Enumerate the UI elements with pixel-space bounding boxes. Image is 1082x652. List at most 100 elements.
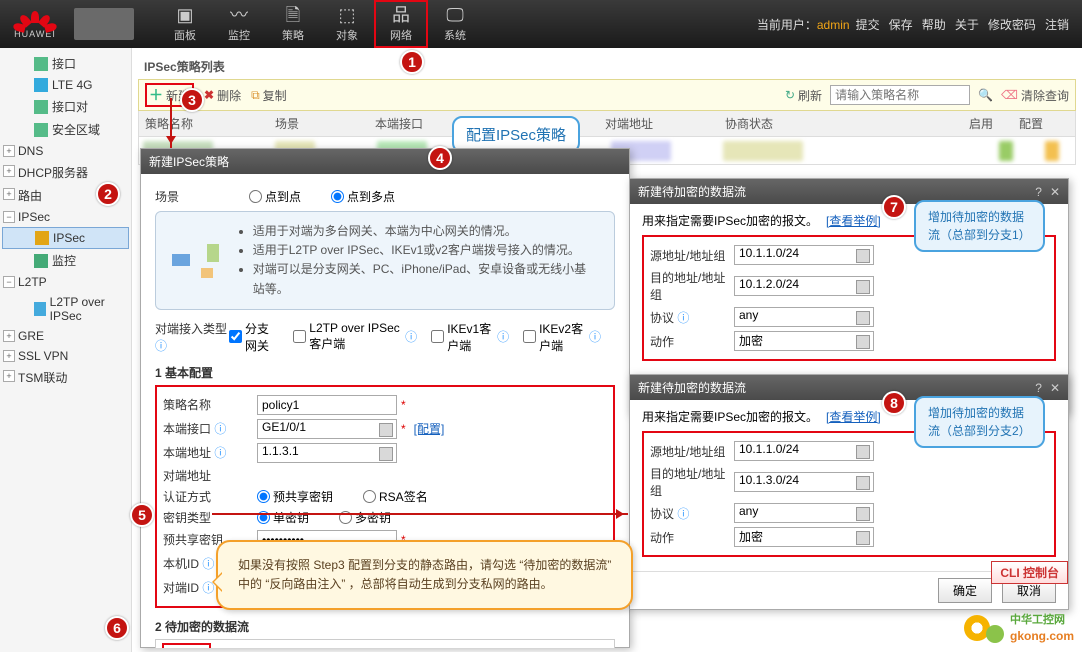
list-title: IPSec策略列表 (138, 54, 1076, 79)
cb-l2tp[interactable]: L2TP over IPSec客户端 ⓘ (293, 321, 417, 352)
select-proto-2[interactable]: any (734, 503, 874, 523)
sidebar-item-label: DNS (18, 144, 43, 158)
expand-icon[interactable]: + (3, 330, 15, 342)
label-src: 源地址/地址组 (650, 443, 734, 460)
nav-system[interactable]: 🖵系统 (428, 0, 482, 48)
sidebar-item-1[interactable]: LTE 4G (0, 75, 131, 95)
expand-icon[interactable]: − (3, 276, 15, 288)
sidebar-item-7[interactable]: −IPSec (0, 207, 131, 227)
select-dst-1[interactable]: 10.1.2.0/24 (734, 276, 874, 296)
link-save[interactable]: 保存 (889, 18, 913, 32)
sidebar-item-label: 监控 (52, 252, 76, 269)
btn-ok-2[interactable]: 确定 (938, 578, 992, 603)
sidebar-item-4[interactable]: +DNS (0, 141, 131, 161)
btn-refresh[interactable]: ↻刷新 (785, 87, 822, 104)
link-about[interactable]: 关于 (955, 18, 979, 32)
brand-logo: HUAWEI (0, 0, 70, 48)
btn-copy[interactable]: ⧉复制 (251, 87, 287, 104)
link-example[interactable]: [查看举例] (826, 410, 881, 424)
sidebar-item-13[interactable]: +SSL VPN (0, 346, 131, 366)
sidebar-item-8[interactable]: IPSec (2, 227, 129, 249)
sidebar-item-label: LTE 4G (52, 78, 92, 92)
flow-desc: 用来指定需要IPSec加密的报文。 (642, 214, 818, 228)
nav-object[interactable]: ⬚对象 (320, 0, 374, 48)
marker-6: 6 (105, 616, 129, 640)
select-proto-1[interactable]: any (734, 307, 874, 327)
help-icon[interactable]: ? (1035, 185, 1042, 199)
col-state[interactable]: 协商状态 (725, 115, 855, 132)
label-keytype: 密钥类型 (163, 509, 257, 526)
col-cfg[interactable]: 配置 (1019, 115, 1069, 132)
select-action-1[interactable]: 加密 (734, 331, 874, 351)
radio-p2p[interactable]: 点到点 (249, 188, 301, 205)
flow-btn-new[interactable]: ＋新建 (166, 645, 207, 648)
nav-monitor[interactable]: 〰监控 (212, 0, 266, 48)
col-enable[interactable]: 启用 (969, 115, 1019, 132)
btn-clear[interactable]: ⌫清除查询 (1001, 87, 1069, 104)
radio-p2mp[interactable]: 点到多点 (331, 188, 395, 205)
help-icon[interactable]: ? (1035, 381, 1042, 395)
link-example[interactable]: [查看举例] (826, 214, 881, 228)
sidebar-item-11[interactable]: L2TP over IPSec (0, 292, 131, 326)
select-localaddr[interactable]: 1.1.3.1 (257, 443, 397, 463)
marker-3: 3 (180, 88, 204, 112)
radio-multi[interactable]: 多密钥 (339, 509, 391, 526)
link-commit[interactable]: 提交 (856, 18, 880, 32)
sidebar-item-0[interactable]: 接口 (0, 52, 131, 75)
sidebar-item-14[interactable]: +TSM联动 (0, 366, 131, 389)
expand-icon[interactable]: + (3, 145, 15, 157)
cb-ikev2[interactable]: IKEv2客户端 ⓘ (523, 320, 601, 354)
expand-icon[interactable]: + (3, 350, 15, 362)
search-icon[interactable]: 🔍 (978, 88, 993, 102)
sidebar-item-label: DHCP服务器 (18, 164, 88, 181)
user-area: 当前用户：admin 提交 保存 帮助 关于 修改密码 注销 (757, 16, 1082, 33)
refresh-icon: ↻ (785, 88, 795, 102)
search-input[interactable] (830, 85, 970, 105)
flow-btn-insert[interactable]: ▤插入 (268, 646, 306, 648)
input-policy-name[interactable] (257, 395, 397, 415)
sidebar-item-label: 接口 (52, 55, 76, 72)
link-logout[interactable]: 注销 (1045, 18, 1069, 32)
col-peeraddr[interactable]: 对端地址 (605, 115, 725, 132)
marker-1: 1 (400, 50, 424, 74)
link-configure[interactable]: [配置] (414, 420, 445, 437)
label-peeraddr: 对端地址 (163, 467, 257, 484)
sidebar-item-2[interactable]: 接口对 (0, 95, 131, 118)
close-icon[interactable]: ✕ (1050, 381, 1060, 395)
flow-btn-del[interactable]: ✖删除 (221, 646, 258, 648)
sidebar-item-10[interactable]: −L2TP (0, 272, 131, 292)
radio-psk[interactable]: 预共享密钥 (257, 488, 333, 505)
close-icon[interactable]: ✕ (1050, 185, 1060, 199)
cli-console-button[interactable]: CLI 控制台 (991, 561, 1068, 584)
radio-single[interactable]: 单密钥 (257, 509, 309, 526)
select-action-2[interactable]: 加密 (734, 527, 874, 547)
col-name[interactable]: 策略名称 (145, 115, 275, 132)
radio-rsa[interactable]: RSA签名 (363, 488, 428, 505)
sidebar-item-label: IPSec (53, 231, 85, 245)
nav-dashboard[interactable]: ▣面板 (158, 0, 212, 48)
btn-delete[interactable]: ✖删除 (204, 87, 241, 104)
select-localif[interactable]: GE1/0/1 (257, 419, 397, 439)
select-src-2[interactable]: 10.1.1.0/24 (734, 441, 874, 461)
expand-icon[interactable]: + (3, 188, 15, 200)
link-chpwd[interactable]: 修改密码 (988, 18, 1036, 32)
col-scene[interactable]: 场景 (275, 115, 375, 132)
sidebar-item-9[interactable]: 监控 (0, 249, 131, 272)
nav-network[interactable]: 品网络 (374, 0, 428, 48)
expand-icon[interactable]: − (3, 211, 15, 223)
callout-add-flow-1: 增加待加密的数据流（总部到分支1） (914, 200, 1045, 252)
sidebar-item-5[interactable]: +DHCP服务器 (0, 161, 131, 184)
cb-branch[interactable]: 分支网关 (229, 320, 279, 354)
expand-icon[interactable]: + (3, 165, 15, 177)
expand-icon[interactable]: + (3, 370, 15, 382)
sidebar-item-3[interactable]: 安全区域 (0, 118, 131, 141)
select-src-1[interactable]: 10.1.1.0/24 (734, 245, 874, 265)
nav-policy[interactable]: 🗎策略 (266, 0, 320, 48)
cb-ikev1[interactable]: IKEv1客户端 ⓘ (431, 320, 509, 354)
section-basic: 1 基本配置 (155, 364, 615, 381)
link-help[interactable]: 帮助 (922, 18, 946, 32)
label-localif: 本端接口 ⓘ (163, 420, 257, 437)
select-dst-2[interactable]: 10.1.3.0/24 (734, 472, 874, 492)
sidebar-item-12[interactable]: +GRE (0, 326, 131, 346)
section-flows: 2 待加密的数据流 (155, 618, 615, 635)
